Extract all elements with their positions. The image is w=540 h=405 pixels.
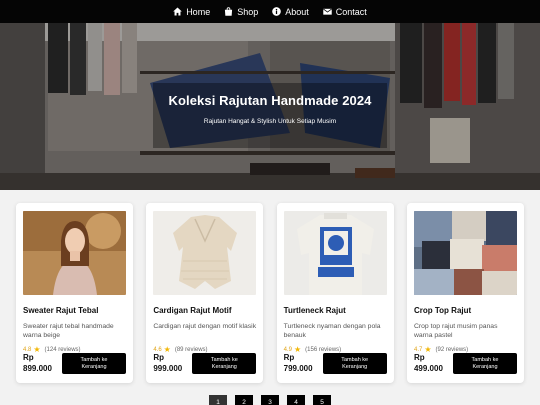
- product-price: Rp 899.000: [23, 353, 52, 374]
- nav-shop-label: Shop: [237, 6, 259, 17]
- top-navbar: Home Shop About Contact: [0, 0, 540, 23]
- nav-about[interactable]: About: [272, 7, 309, 17]
- add-to-cart-button[interactable]: Tambah ke Keranjang: [62, 353, 126, 374]
- nav-home-label: Home: [186, 6, 211, 17]
- nav-contact[interactable]: Contact: [322, 6, 367, 17]
- product-price: Rp 799.000: [284, 353, 313, 374]
- price-amount: 999.000: [153, 363, 183, 373]
- add-to-cart-button[interactable]: Tambah ke Keranjang: [322, 353, 387, 374]
- cardigan-photo: [153, 211, 257, 295]
- price-amount: 899.000: [23, 363, 52, 373]
- page-button-2[interactable]: 2: [235, 395, 253, 405]
- add-to-cart-button[interactable]: Tambah ke Keranjang: [452, 353, 517, 374]
- page-button-3[interactable]: 3: [261, 395, 279, 405]
- product-description: Cardigan rajut dengan motif klasik: [153, 323, 257, 330]
- price-currency: Rp: [153, 353, 164, 363]
- product-image[interactable]: [413, 211, 517, 295]
- nav-about-label: About: [285, 6, 309, 17]
- nav-home[interactable]: Home: [173, 7, 210, 17]
- product-name[interactable]: Sweater Rajut Tebal: [23, 306, 126, 315]
- page-button-5[interactable]: 5: [313, 395, 331, 405]
- hero-title: Koleksi Rajutan Handmade 2024: [168, 93, 372, 108]
- page-button-4[interactable]: 4: [287, 395, 305, 405]
- card-footer: Rp 799.000 Tambah ke Keranjang: [284, 353, 387, 374]
- card-footer: Rp 999.000 Tambah ke Keranjang: [153, 353, 257, 374]
- product-card: Sweater Rajut Tebal Sweater rajut tebal …: [16, 203, 133, 383]
- product-name[interactable]: Turtleneck Rajut: [284, 306, 387, 315]
- product-card: Cardigan Rajut Motif Cardigan rajut deng…: [146, 203, 264, 383]
- sweater-photo: [23, 211, 126, 295]
- product-image[interactable]: [153, 211, 257, 295]
- pagination: 1 2 3 4 5: [0, 395, 540, 405]
- product-image[interactable]: [283, 211, 387, 295]
- price-amount: 799.000: [283, 363, 313, 373]
- nav-shop[interactable]: Shop: [224, 7, 258, 17]
- envelope-icon: [322, 8, 332, 15]
- hero-caption-box: Koleksi Rajutan Handmade 2024 Rajutan Ha…: [153, 83, 387, 148]
- info-icon: [272, 7, 282, 16]
- price-amount: 499.000: [413, 363, 443, 373]
- hero-banner: Koleksi Rajutan Handmade 2024 Rajutan Ha…: [0, 23, 540, 190]
- card-footer: Rp 499.000 Tambah ke Keranjang: [414, 353, 517, 374]
- nav-contact-label: Contact: [335, 6, 367, 17]
- product-image[interactable]: [23, 211, 126, 295]
- page-button-1[interactable]: 1: [209, 395, 227, 405]
- add-to-cart-button[interactable]: Tambah ke Keranjang: [192, 353, 257, 374]
- product-description: Turtleneck nyaman dengan pola benauk: [283, 323, 381, 340]
- product-description: Sweater rajut tebal handmade warna beige: [23, 323, 114, 340]
- product-card: Turtleneck Rajut Turtleneck nyaman denga…: [276, 203, 394, 383]
- product-price: Rp 999.000: [153, 353, 182, 374]
- price-currency: Rp: [283, 353, 295, 363]
- product-name[interactable]: Crop Top Rajut: [414, 306, 517, 315]
- product-price: Rp 499.000: [414, 353, 443, 374]
- price-currency: Rp: [23, 353, 34, 363]
- turtleneck-photo: [283, 211, 387, 295]
- product-description: Crop top rajut musim panas warna pastel: [413, 323, 498, 340]
- product-card: Crop Top Rajut Crop top rajut musim pana…: [406, 203, 524, 383]
- shopping-bag-icon: [225, 7, 233, 16]
- price-currency: Rp: [413, 353, 425, 363]
- crop-top-photo: [413, 211, 517, 295]
- home-icon: [173, 7, 183, 16]
- product-grid: Sweater Rajut Tebal Sweater rajut tebal …: [16, 203, 524, 383]
- card-footer: Rp 899.000 Tambah ke Keranjang: [23, 353, 126, 374]
- product-name[interactable]: Cardigan Rajut Motif: [153, 306, 256, 315]
- hero-subtitle: Rajutan Hangat & Stylish Untuk Setiap Mu…: [203, 118, 337, 125]
